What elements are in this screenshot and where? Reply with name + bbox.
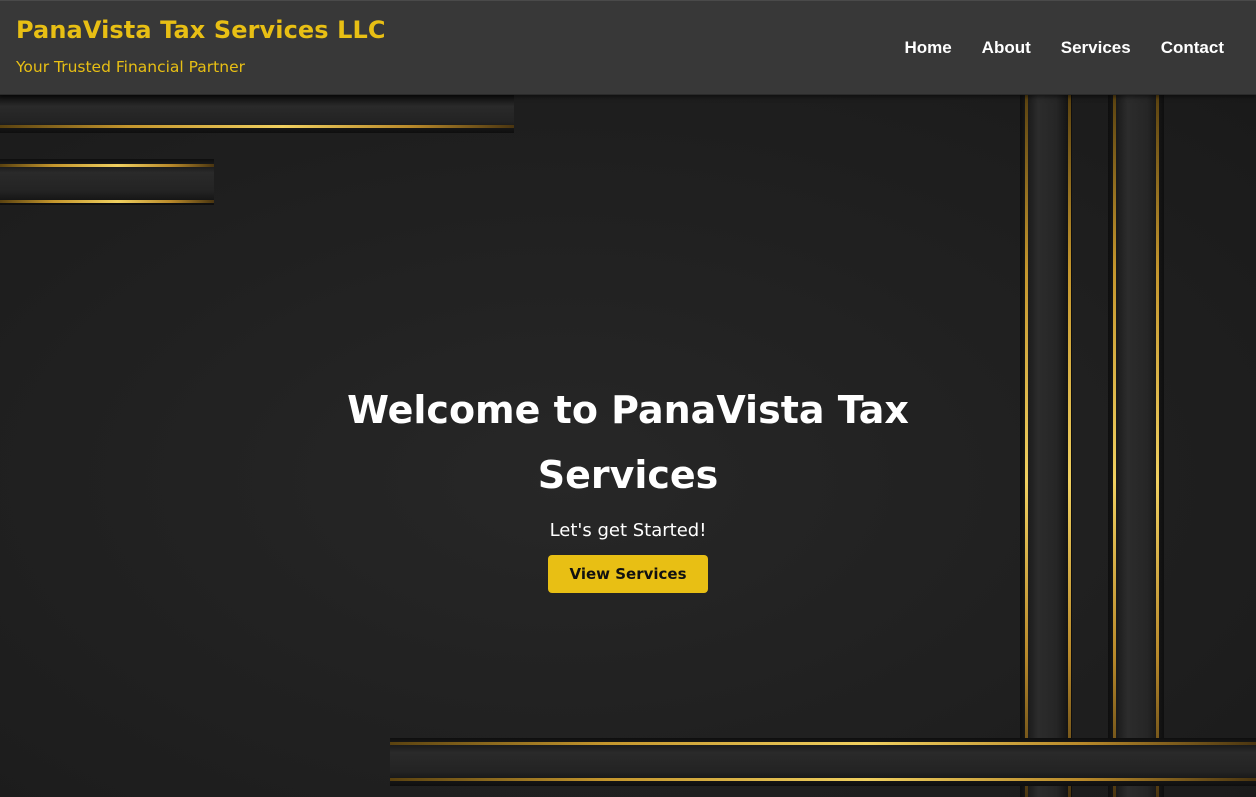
- decorative-gold-line: [0, 125, 514, 128]
- view-services-button[interactable]: View Services: [548, 555, 708, 593]
- hero-content: Welcome to PanaVista Tax Services Let's …: [0, 378, 1256, 593]
- brand-title[interactable]: PanaVista Tax Services LLC: [16, 15, 386, 45]
- nav-link-home[interactable]: Home: [904, 38, 951, 58]
- decorative-gold-line: [0, 164, 214, 167]
- decorative-gold-line: [0, 200, 214, 203]
- main-nav: Home About Services Contact: [904, 38, 1224, 58]
- nav-link-contact[interactable]: Contact: [1161, 38, 1224, 58]
- decorative-gold-line: [390, 778, 1256, 781]
- hero-subtitle: Let's get Started!: [549, 520, 707, 541]
- decorative-gold-line: [390, 742, 1256, 745]
- brand-tagline: Your Trusted Financial Partner: [16, 58, 245, 76]
- page: PanaVista Tax Services LLC Your Trusted …: [0, 0, 1256, 797]
- hero-title: Welcome to PanaVista Tax Services: [347, 388, 909, 497]
- nav-link-about[interactable]: About: [982, 38, 1031, 58]
- brand: PanaVista Tax Services LLC Your Trusted …: [16, 15, 386, 77]
- hero-section: Welcome to PanaVista Tax Services Let's …: [0, 95, 1256, 797]
- site-header: PanaVista Tax Services LLC Your Trusted …: [0, 0, 1256, 95]
- nav-link-services[interactable]: Services: [1061, 38, 1131, 58]
